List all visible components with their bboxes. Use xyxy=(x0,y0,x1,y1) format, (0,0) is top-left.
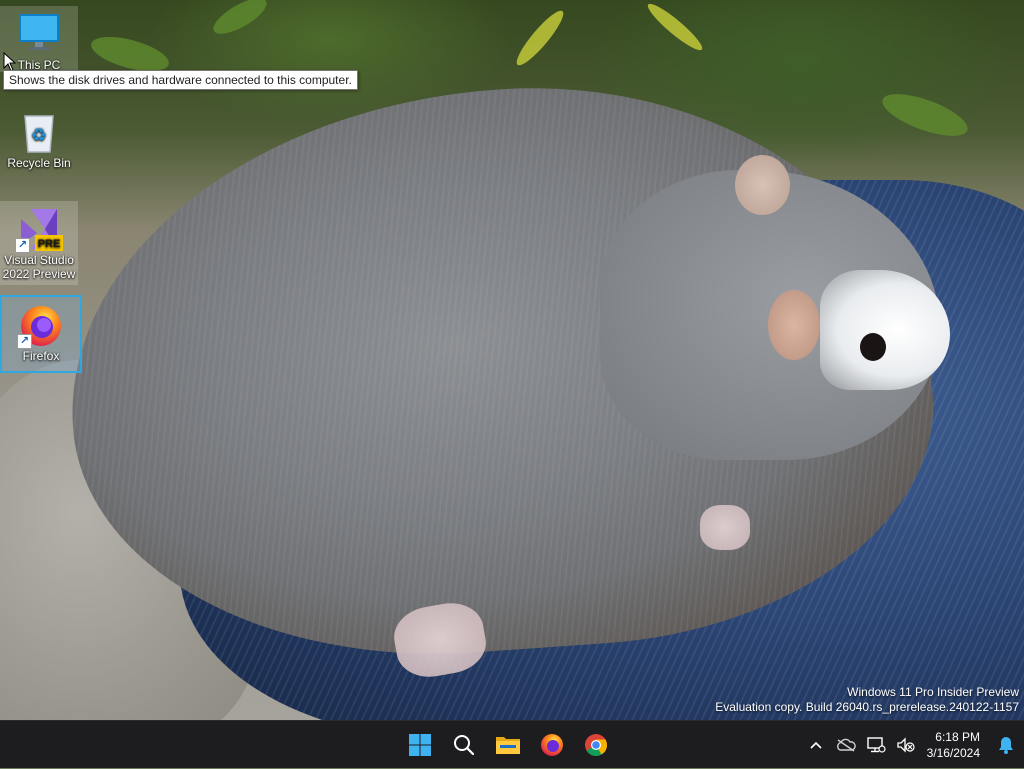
watermark-edition: Windows 11 Pro Insider Preview xyxy=(847,685,1019,699)
start-button-icon xyxy=(409,734,431,756)
start-button[interactable] xyxy=(400,725,440,765)
desktop-icon-label: Visual Studio 2022 Preview xyxy=(2,253,76,281)
taskbar-apps xyxy=(400,721,616,769)
clock-button[interactable]: 6:18 PM 3/16/2024 xyxy=(921,729,988,761)
volume-muted-icon xyxy=(896,737,915,753)
shortcut-arrow-icon: ↗ xyxy=(15,238,30,253)
tooltip: Shows the disk drives and hardware conne… xyxy=(3,70,358,90)
file-explorer-button[interactable] xyxy=(488,725,528,765)
search-button[interactable] xyxy=(444,725,484,765)
shortcut-arrow-icon: ↗ xyxy=(17,334,32,349)
recycle-bin-icon: ♻ xyxy=(15,108,63,156)
onedrive-tray-button[interactable] xyxy=(831,725,861,765)
chrome-taskbar-button[interactable] xyxy=(576,725,616,765)
watermark-build: Evaluation copy. Build 26040.rs_prerelea… xyxy=(715,700,1019,714)
firefox-icon: ↗ xyxy=(17,301,65,349)
show-hidden-icons-button[interactable] xyxy=(801,725,831,765)
volume-tray-button[interactable] xyxy=(891,725,921,765)
monitor-icon xyxy=(15,10,63,58)
onedrive-icon xyxy=(836,738,856,752)
file-explorer-icon xyxy=(496,737,520,754)
notification-center-button[interactable] xyxy=(988,725,1024,765)
search-icon xyxy=(454,735,475,756)
chrome-icon xyxy=(585,734,607,756)
clock-time: 6:18 PM xyxy=(935,730,980,744)
desktop-icon-label: Recycle Bin xyxy=(7,156,71,170)
desktop-icon-recycle-bin[interactable]: ♻ Recycle Bin xyxy=(0,104,78,172)
svg-text:PRE: PRE xyxy=(38,238,61,250)
network-tray-button[interactable] xyxy=(861,725,891,765)
mouse-cursor-icon xyxy=(3,52,17,72)
system-tray: 6:18 PM 3/16/2024 xyxy=(801,721,1024,769)
desktop-icon-firefox[interactable]: ↗ Firefox xyxy=(0,295,82,373)
desktop-icon-label: Firefox xyxy=(22,349,60,363)
visual-studio-icon: PRE ↗ xyxy=(15,205,63,253)
firefox-icon xyxy=(541,734,563,756)
evaluation-watermark: Windows 11 Pro Insider Preview Evaluatio… xyxy=(715,685,1019,715)
desktop-icon-visual-studio[interactable]: PRE ↗ Visual Studio 2022 Preview xyxy=(0,201,78,285)
taskbar: 6:18 PM 3/16/2024 xyxy=(0,720,1024,768)
svg-text:♻: ♻ xyxy=(31,125,47,146)
bell-icon xyxy=(999,737,1013,754)
desktop-wallpaper xyxy=(0,0,1024,720)
chevron-up-icon xyxy=(810,741,822,749)
network-icon xyxy=(866,737,886,753)
firefox-taskbar-button[interactable] xyxy=(532,725,572,765)
clock-date: 3/16/2024 xyxy=(926,746,980,760)
